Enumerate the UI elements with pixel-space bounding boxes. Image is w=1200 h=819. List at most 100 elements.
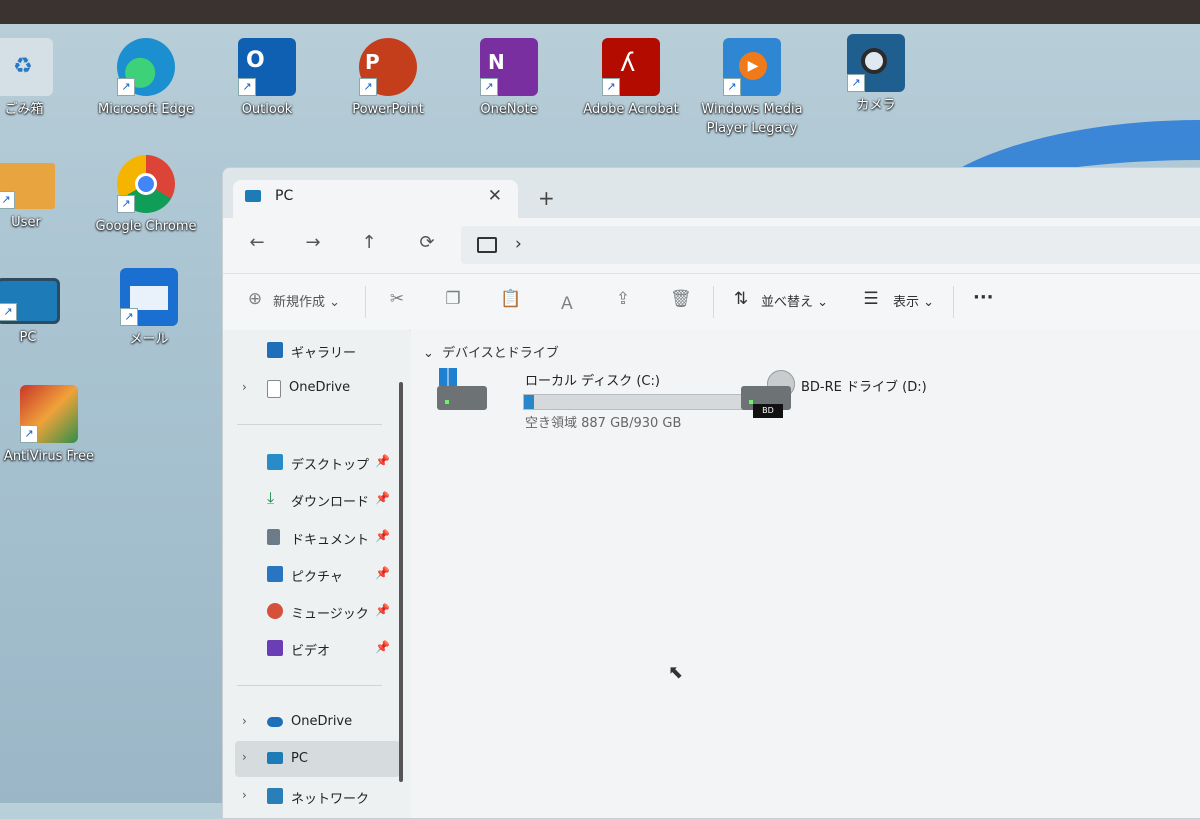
- documents-icon: [267, 529, 280, 545]
- separator: [713, 286, 714, 318]
- desktop-icon-acrobat[interactable]: ʎ ↗ Adobe Acrobat: [571, 38, 691, 119]
- pin-icon[interactable]: 📌: [375, 603, 390, 617]
- desktop-icon: [267, 454, 283, 470]
- section-header-devices[interactable]: ⌄ デバイスとドライブ: [423, 342, 559, 361]
- desktop-icon-recycle-bin[interactable]: ♻ ごみ箱: [0, 38, 84, 119]
- command-bar: ⊕ 新規作成 ⌄ ✂ ❐ 📋 Ａ ⇪ 🗑 ⇅ 並べ替え ⌄ ☰ 表示 ⌄ ···: [223, 273, 1200, 331]
- sidebar-item-pictures[interactable]: ピクチャ 📌: [235, 560, 400, 590]
- desktop-icon-mail[interactable]: ↗ メール: [89, 268, 209, 349]
- shortcut-arrow-icon: ↗: [117, 78, 135, 96]
- sidebar-item-label: OneDrive: [291, 714, 353, 729]
- rename-icon[interactable]: Ａ: [557, 289, 577, 314]
- sidebar-item-gallery[interactable]: ギャラリー: [235, 336, 400, 366]
- sort-icon: ⇅: [733, 289, 749, 309]
- pc-icon: [245, 190, 261, 202]
- sidebar-item-label: OneDrive: [289, 380, 351, 395]
- pc-icon: ↗: [0, 278, 60, 324]
- drive-name: ローカル ディスク (C:): [525, 374, 660, 389]
- videos-icon: [267, 640, 283, 656]
- desktop-icon-label: PowerPoint: [352, 102, 424, 117]
- file-explorer-window: PC ✕ + ← → ↑ ⟳ › ⊕ 新規作成 ⌄ ✂ ❐ 📋 Ａ ⇪ 🗑 ⇅ …: [222, 167, 1200, 819]
- tab-pc[interactable]: PC ✕: [233, 180, 518, 218]
- monitor-bezel: [0, 0, 1200, 24]
- sidebar-item-label: PC: [291, 751, 308, 766]
- shortcut-arrow-icon: ↗: [723, 78, 741, 96]
- drive-c[interactable]: ローカル ディスク (C:) 空き領域 887 GB/930 GB: [437, 368, 757, 432]
- paste-icon[interactable]: 📋: [500, 289, 521, 309]
- pin-icon[interactable]: 📌: [375, 529, 390, 543]
- sidebar-item-desktop[interactable]: デスクトップ 📌: [235, 448, 400, 478]
- sort-button-label: 並べ替え: [761, 295, 814, 310]
- more-options-button[interactable]: ···: [973, 287, 994, 308]
- chevron-right-icon[interactable]: ›: [242, 750, 247, 764]
- delete-icon[interactable]: 🗑: [670, 289, 692, 309]
- content-pane: ⌄ デバイスとドライブ ローカル ディスク (C:) 空き領域 887 GB/9…: [411, 330, 1200, 818]
- sidebar-item-network[interactable]: › ネットワーク: [235, 782, 400, 812]
- share-icon[interactable]: ⇪: [613, 289, 633, 309]
- shortcut-arrow-icon: ↗: [480, 78, 498, 96]
- desktop-icon-label: メール: [129, 332, 169, 347]
- acrobat-icon: ʎ ↗: [602, 38, 660, 96]
- desktop-icon-label: Outlook: [241, 102, 293, 117]
- address-bar[interactable]: ›: [461, 226, 1200, 264]
- hard-drive-icon: [437, 386, 487, 410]
- sidebar-item-downloads[interactable]: ⤓ ダウンロード 📌: [235, 485, 400, 515]
- chevron-right-icon[interactable]: ›: [515, 234, 522, 254]
- desktop-icon-label: OneNote: [480, 102, 538, 117]
- desktop-icon-media-player[interactable]: ▶ ↗ Windows Media Player Legacy: [692, 38, 812, 138]
- chevron-right-icon[interactable]: ›: [242, 788, 247, 802]
- shortcut-arrow-icon: ↗: [0, 191, 15, 209]
- pin-icon[interactable]: 📌: [375, 640, 390, 654]
- pin-icon[interactable]: 📌: [375, 454, 390, 468]
- desktop-icon-outlook[interactable]: O ↗ Outlook: [207, 38, 327, 119]
- sidebar-item-onedrive[interactable]: › OneDrive: [235, 708, 400, 738]
- sidebar-item-music[interactable]: ミュージック 📌: [235, 597, 400, 627]
- shortcut-arrow-icon: ↗: [238, 78, 256, 96]
- sidebar-item-onedrive-personal[interactable]: › OneDrive: [235, 374, 400, 404]
- refresh-button[interactable]: ⟳: [415, 232, 439, 253]
- sidebar-item-pc[interactable]: › PC: [235, 741, 400, 777]
- new-button-label: 新規作成: [273, 295, 326, 310]
- pin-icon[interactable]: 📌: [375, 566, 390, 580]
- desktop-icon-antivirus[interactable]: ↗ AntiVirus Free: [0, 385, 124, 466]
- desktop-icon-powerpoint[interactable]: P ↗ PowerPoint: [328, 38, 448, 119]
- drive-d[interactable]: BD BD-RE ドライブ (D:): [741, 370, 981, 430]
- sidebar-item-documents[interactable]: ドキュメント 📌: [235, 523, 400, 553]
- edge-icon: ↗: [117, 38, 175, 96]
- desktop-icon-label: Microsoft Edge: [97, 102, 194, 117]
- desktop-icon-label: Google Chrome: [95, 219, 197, 234]
- new-tab-button[interactable]: +: [538, 186, 555, 210]
- desktop-icon-camera[interactable]: ↗ カメラ: [816, 34, 936, 115]
- sidebar-item-label: ビデオ: [291, 644, 331, 659]
- shortcut-arrow-icon: ↗: [359, 78, 377, 96]
- chevron-down-icon[interactable]: ⌄: [423, 346, 434, 361]
- desktop-icon-label: ごみ箱: [4, 102, 44, 117]
- sort-button[interactable]: 並べ替え ⌄: [761, 291, 828, 310]
- back-button[interactable]: ←: [245, 232, 269, 253]
- sidebar-item-label: ダウンロード: [291, 495, 370, 510]
- onenote-icon: N ↗: [480, 38, 538, 96]
- desktop-icon-chrome[interactable]: ↗ Google Chrome: [86, 155, 206, 236]
- desktop-icon-onenote[interactable]: N ↗ OneNote: [449, 38, 569, 119]
- desktop-icon-pc[interactable]: ↗ PC: [0, 272, 88, 347]
- chevron-right-icon[interactable]: ›: [242, 714, 247, 728]
- chevron-right-icon[interactable]: ›: [242, 380, 247, 394]
- view-button[interactable]: 表示 ⌄: [893, 291, 934, 310]
- scrollbar[interactable]: [399, 382, 403, 782]
- desktop-icon-edge[interactable]: ↗ Microsoft Edge: [86, 38, 206, 119]
- sidebar-item-label: デスクトップ: [291, 458, 370, 473]
- network-icon: [267, 788, 283, 804]
- up-button[interactable]: ↑: [357, 232, 381, 253]
- copy-icon[interactable]: ❐: [443, 289, 463, 309]
- sidebar-item-videos[interactable]: ビデオ 📌: [235, 634, 400, 664]
- new-button[interactable]: 新規作成 ⌄: [273, 291, 340, 310]
- document-icon: [267, 380, 281, 398]
- cut-icon[interactable]: ✂: [387, 289, 407, 309]
- desktop-icon-user-folder[interactable]: ↗ User: [0, 155, 86, 232]
- close-tab-icon[interactable]: ✕: [488, 186, 502, 206]
- pin-icon[interactable]: 📌: [375, 491, 390, 505]
- forward-button[interactable]: →: [301, 232, 325, 253]
- sidebar-item-label: ピクチャ: [291, 570, 343, 585]
- desktop-icon-label: Windows Media Player Legacy: [701, 102, 803, 136]
- media-player-icon: ▶ ↗: [723, 38, 781, 96]
